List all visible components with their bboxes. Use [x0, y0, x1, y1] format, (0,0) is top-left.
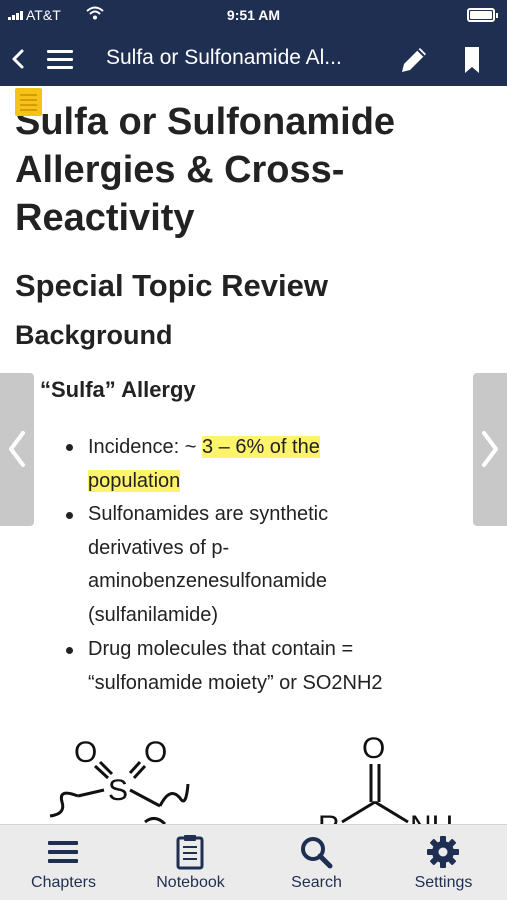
oxygen-label: O [144, 736, 167, 769]
subtitle: Special Topic Review [15, 268, 328, 303]
nav-title: Sulfa or Sulfonamide Al... [106, 46, 342, 69]
bookmark-icon[interactable] [460, 45, 484, 75]
back-chevron-icon[interactable] [6, 44, 30, 74]
hamburger-menu-icon[interactable] [46, 47, 74, 71]
pencil-icon[interactable] [397, 43, 431, 77]
tab-label: Search [291, 874, 342, 891]
tab-search[interactable]: Search [253, 825, 380, 900]
tab-label: Notebook [156, 874, 225, 891]
note-marker-icon[interactable] [15, 88, 42, 116]
sulfur-label: S [108, 774, 128, 807]
article-title: Sulfa or Sulfonamide Allergies & Cross- … [15, 101, 396, 239]
list-icon [48, 841, 78, 863]
bullet-dot [66, 647, 73, 654]
sub-bullet-incidence: Incidence: ~ 3 – 6% of the population [88, 436, 320, 492]
next-page-button[interactable] [473, 373, 507, 526]
section-heading: Background [15, 320, 173, 350]
bullet-dot [66, 512, 73, 519]
clipboard-icon [176, 835, 204, 870]
article-content[interactable]: Sulfa or Sulfonamide Allergies & Cross- … [0, 86, 507, 824]
chevron-left-icon [9, 431, 25, 467]
highlighted-text[interactable]: population [88, 469, 181, 492]
amine-label: NH [410, 810, 453, 824]
search-icon [301, 837, 333, 869]
clock: 9:51 AM [226, 7, 281, 23]
oxygen-label: O [362, 732, 385, 765]
bottom-tab-bar: Chapters Notebook Search Settings [0, 824, 507, 900]
sulfonyl-structure-image: O O S [49, 736, 190, 824]
tab-chapters[interactable]: Chapters [0, 825, 127, 900]
tab-label: Chapters [31, 874, 96, 891]
chevron-right-icon [482, 431, 498, 467]
gear-icon [427, 836, 459, 868]
oxygen-label: O [74, 736, 97, 769]
tab-label: Settings [414, 874, 473, 891]
highlighted-text[interactable]: 3 – 6% of the [201, 436, 320, 458]
battery-icon [467, 8, 498, 22]
status-bar: AT&T 9:51 AM [0, 0, 507, 32]
sub-bullet-drug-molecules: Drug molecules that contain = “sulfonami… [88, 638, 383, 694]
amide-structure-image: O R NH [318, 732, 453, 824]
tab-settings[interactable]: Settings [380, 825, 507, 900]
bullet-sulfa-allergy: “Sulfa” Allergy [40, 377, 196, 402]
tab-notebook[interactable]: Notebook [127, 825, 254, 900]
sub-bullet-sulfonamides: Sulfonamides are synthetic derivatives o… [88, 503, 329, 626]
previous-page-button[interactable] [0, 373, 34, 526]
bullet-dot [66, 444, 73, 451]
r-group-label: R [318, 810, 340, 824]
navigation-bar: Sulfa or Sulfonamide Al... [0, 32, 507, 86]
